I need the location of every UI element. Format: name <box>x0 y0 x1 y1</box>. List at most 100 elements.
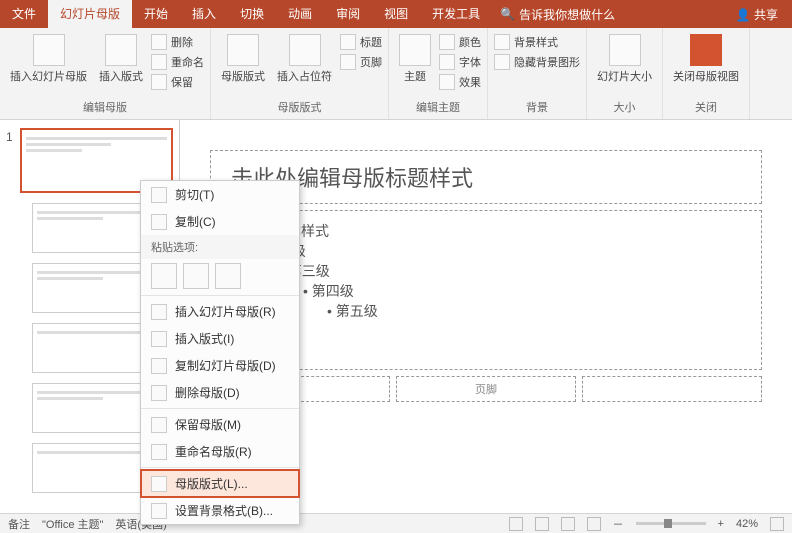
tab-slide-master[interactable]: 幻灯片母版 <box>48 0 132 28</box>
view-reading-icon[interactable] <box>561 517 575 531</box>
body-level-1: 辑母版文本样式 <box>231 221 741 241</box>
group-label-edit-theme: 编辑主题 <box>395 97 481 115</box>
group-background: 背景样式 隐藏背景图形 背景 <box>488 28 587 119</box>
search-icon: 🔍 <box>500 7 515 21</box>
view-slideshow-icon[interactable] <box>587 517 601 531</box>
insert-placeholder-button[interactable]: 插入占位符 <box>273 32 336 86</box>
checkbox-icon <box>494 54 510 70</box>
delete-button[interactable]: 删除 <box>151 32 204 52</box>
footer-checkbox[interactable]: 页脚 <box>340 52 382 72</box>
zoom-slider[interactable] <box>636 522 706 525</box>
slide-number-placeholder[interactable] <box>582 376 762 402</box>
ribbon-tabs: 文件 幻灯片母版 开始 插入 切换 动画 审阅 视图 开发工具 🔍 告诉我你想做… <box>0 0 623 28</box>
zoom-level[interactable]: 42% <box>736 518 758 530</box>
fit-to-window-icon[interactable] <box>770 517 784 531</box>
zoom-out-button[interactable]: － <box>613 516 624 532</box>
paste-option-2[interactable] <box>183 263 209 289</box>
ctx-duplicate-slide-master[interactable]: 复制幻灯片母版(D) <box>141 352 299 379</box>
separator <box>141 408 299 409</box>
rename-icon <box>151 444 167 460</box>
ctx-format-background[interactable]: 设置背景格式(B)... <box>141 497 299 524</box>
delete-icon <box>151 34 167 50</box>
format-bg-icon <box>151 503 167 519</box>
insert-layout-button[interactable]: 插入版式 <box>95 32 147 86</box>
slide-size-icon <box>609 34 641 66</box>
group-close: 关闭母版视图 关闭 <box>663 28 750 119</box>
ctx-copy[interactable]: 复制(C) <box>141 208 299 235</box>
tab-home[interactable]: 开始 <box>132 0 180 28</box>
tell-me-search[interactable]: 🔍 告诉我你想做什么 <box>492 0 623 28</box>
title-checkbox[interactable]: 标题 <box>340 32 382 52</box>
person-icon: 👤 <box>736 8 751 22</box>
group-edit-master: 插入幻灯片母版 插入版式 删除 重命名 保留 编辑母版 <box>0 28 211 119</box>
bg-styles-dropdown[interactable]: 背景样式 <box>494 32 580 52</box>
bg-styles-icon <box>494 34 510 50</box>
copy-icon <box>151 214 167 230</box>
ctx-cut[interactable]: 剪切(T) <box>141 181 299 208</box>
tab-devtools[interactable]: 开发工具 <box>420 0 492 28</box>
fonts-icon <box>439 54 455 70</box>
ribbon: 插入幻灯片母版 插入版式 删除 重命名 保留 编辑母版 母版版式 插入占位符 标… <box>0 28 792 120</box>
view-normal-icon[interactable] <box>509 517 523 531</box>
master-layout-icon <box>227 34 259 66</box>
ctx-master-layout[interactable]: 母版版式(L)... <box>141 470 299 497</box>
view-sorter-icon[interactable] <box>535 517 549 531</box>
status-bar: 备注 "Office 主题" 英语(美国) － + 42% <box>0 513 792 533</box>
checkbox-icon <box>340 54 356 70</box>
paste-option-3[interactable] <box>215 263 241 289</box>
tab-animation[interactable]: 动画 <box>276 0 324 28</box>
preserve-button[interactable]: 保留 <box>151 72 204 92</box>
hide-bg-checkbox[interactable]: 隐藏背景图形 <box>494 52 580 72</box>
colors-icon <box>439 34 455 50</box>
fonts-dropdown[interactable]: 字体 <box>439 52 481 72</box>
footer-placeholder[interactable]: 页脚 <box>396 376 576 402</box>
tab-view[interactable]: 视图 <box>372 0 420 28</box>
colors-dropdown[interactable]: 颜色 <box>439 32 481 52</box>
workspace: 1 击此处编辑母版标题样式 辑母版文本样式 • 第二级 • 第三级 • 第四级 … <box>0 120 792 513</box>
status-notes[interactable]: 备注 <box>8 516 30 532</box>
cut-icon <box>151 187 167 203</box>
slide-master-icon <box>33 34 65 66</box>
ctx-paste-options-label: 粘贴选项: <box>141 235 299 259</box>
body-level-3: • 第三级 <box>279 261 741 281</box>
separator <box>141 467 299 468</box>
group-size: 幻灯片大小 大小 <box>587 28 663 119</box>
rename-icon <box>151 54 167 70</box>
master-layout-button[interactable]: 母版版式 <box>217 32 269 86</box>
status-theme[interactable]: "Office 主题" <box>42 516 103 532</box>
tab-transition[interactable]: 切换 <box>228 0 276 28</box>
effects-dropdown[interactable]: 效果 <box>439 72 481 92</box>
title-bar: 文件 幻灯片母版 开始 插入 切换 动画 审阅 视图 开发工具 🔍 告诉我你想做… <box>0 0 792 28</box>
paste-option-1[interactable] <box>151 263 177 289</box>
ctx-paste-options <box>141 259 299 293</box>
slide-size-button[interactable]: 幻灯片大小 <box>593 32 656 86</box>
ctx-rename-master[interactable]: 重命名母版(R) <box>141 438 299 465</box>
delete-icon <box>151 385 167 401</box>
close-master-button[interactable]: 关闭母版视图 <box>669 32 743 86</box>
zoom-in-button[interactable]: + <box>718 518 724 530</box>
tab-file[interactable]: 文件 <box>0 0 48 28</box>
slide-master-icon <box>151 304 167 320</box>
preserve-icon <box>151 417 167 433</box>
duplicate-icon <box>151 358 167 374</box>
context-menu: 剪切(T) 复制(C) 粘贴选项: 插入幻灯片母版(R) 插入版式(I) 复制幻… <box>140 180 300 525</box>
group-master-layout: 母版版式 插入占位符 标题 页脚 母版版式 <box>211 28 389 119</box>
themes-icon <box>399 34 431 66</box>
body-level-4: • 第四级 <box>303 281 741 301</box>
insert-slide-master-button[interactable]: 插入幻灯片母版 <box>6 32 91 86</box>
preserve-icon <box>151 74 167 90</box>
ctx-preserve-master[interactable]: 保留母版(M) <box>141 411 299 438</box>
rename-button[interactable]: 重命名 <box>151 52 204 72</box>
share-button[interactable]: 👤 共享 <box>722 6 792 23</box>
ctx-insert-layout[interactable]: 插入版式(I) <box>141 325 299 352</box>
share-label: 共享 <box>754 8 778 22</box>
ctx-delete-master[interactable]: 删除母版(D) <box>141 379 299 406</box>
group-label-size: 大小 <box>593 97 656 115</box>
checkbox-icon <box>340 34 356 50</box>
themes-button[interactable]: 主题 <box>395 32 435 86</box>
tab-insert[interactable]: 插入 <box>180 0 228 28</box>
ctx-insert-slide-master[interactable]: 插入幻灯片母版(R) <box>141 298 299 325</box>
master-number: 1 <box>6 130 13 144</box>
tab-review[interactable]: 审阅 <box>324 0 372 28</box>
effects-icon <box>439 74 455 90</box>
